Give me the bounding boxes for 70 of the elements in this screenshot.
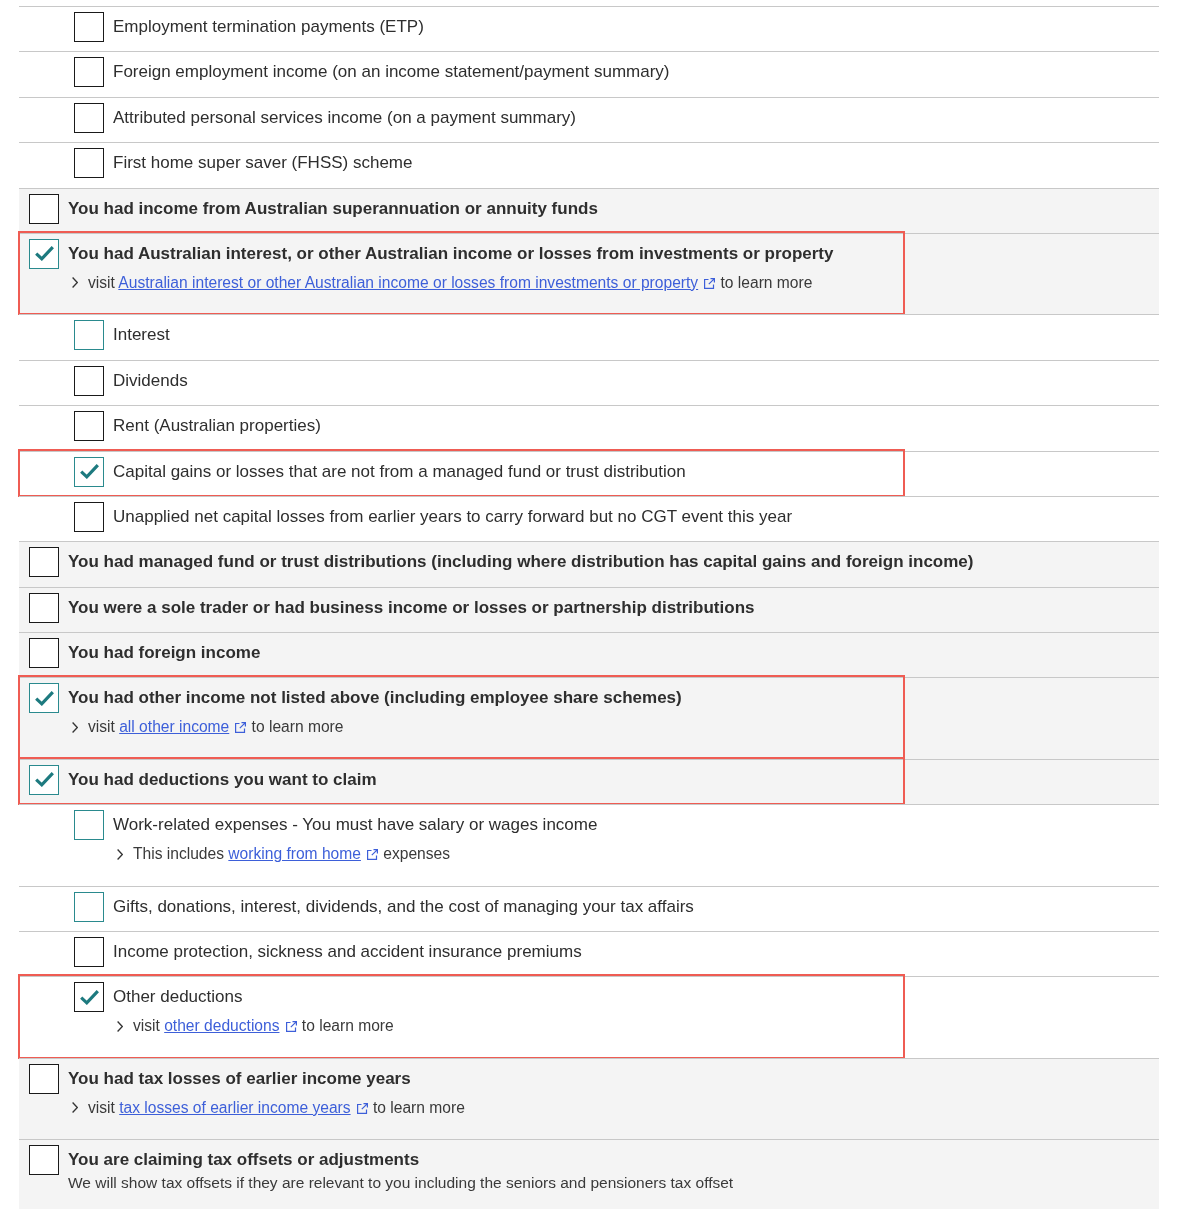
- checkbox[interactable]: [29, 764, 59, 795]
- checkbox-label: Other deductions: [113, 986, 244, 1009]
- checkbox-label: Attributed personal services income (on a payment summary): [113, 106, 576, 129]
- checkbox-label: First home super saver (FHSS) scheme: [113, 152, 413, 175]
- checkbox[interactable]: [29, 638, 59, 669]
- checkbox[interactable]: [29, 193, 59, 224]
- checkbox-label: You had managed fund or trust distributions (including where distribution has capital gains and foreign income): [68, 551, 974, 574]
- learn-more-text: visit other deductions to learn more: [133, 1016, 394, 1037]
- checkmark-icon: [79, 989, 99, 1005]
- checkbox-label: You had tax losses of earlier income years: [68, 1067, 412, 1090]
- link[interactable]: tax losses of earlier income years: [119, 1098, 351, 1116]
- checkmark-icon: [34, 690, 54, 706]
- checkbox[interactable]: [74, 501, 104, 532]
- checkbox-label: You had foreign income: [68, 642, 261, 665]
- checkbox-label: Employment termination payments (ETP): [113, 16, 424, 38]
- checkbox[interactable]: [74, 12, 104, 42]
- chevron-icon: [117, 848, 123, 860]
- external-link-icon: [285, 1021, 297, 1033]
- chevron-icon: [72, 277, 78, 289]
- checkbox[interactable]: [74, 810, 104, 841]
- checkbox-label: Capital gains or losses that are not from a managed fund or trust distribution: [113, 460, 686, 483]
- checkbox[interactable]: [74, 891, 104, 922]
- learn-more-text: visit all other income to learn more: [88, 717, 344, 738]
- learn-more-text: visit tax losses of earlier income years to learn more: [88, 1097, 465, 1118]
- checkbox-label: You had deductions you want to claim: [68, 768, 377, 791]
- external-link-icon: [235, 722, 247, 734]
- checkbox-label: Dividends: [113, 369, 188, 392]
- checkmark-icon: [79, 464, 99, 479]
- checkbox[interactable]: [74, 57, 104, 88]
- checkbox[interactable]: [29, 1063, 59, 1094]
- checkbox-label: Unapplied net capital losses from earlier years to carry forward but no CGT event this year: [113, 505, 793, 528]
- checkbox[interactable]: [29, 1145, 59, 1176]
- checkbox[interactable]: [74, 411, 104, 442]
- checkbox[interactable]: [74, 937, 104, 968]
- external-link-icon: [704, 277, 716, 289]
- external-link-icon: [356, 1102, 368, 1114]
- checkbox[interactable]: [29, 238, 59, 269]
- link[interactable]: Australian interest or other Australian income or losses from investments or property: [118, 273, 699, 291]
- link[interactable]: other deductions: [164, 1017, 280, 1035]
- checkbox[interactable]: [74, 102, 104, 133]
- checkbox-label: You had income from Australian superannuation or annuity funds: [68, 197, 598, 220]
- checkbox[interactable]: [74, 365, 104, 396]
- learn-more-text: visit Australian interest or other Australian income or losses from investments or property to learn more: [88, 272, 813, 293]
- link[interactable]: working from home: [228, 845, 361, 863]
- checkmark-icon: [34, 246, 54, 262]
- checkbox[interactable]: [74, 456, 104, 487]
- checkbox[interactable]: [29, 547, 59, 578]
- checkbox-label: You are claiming tax offsets or adjustments: [68, 1149, 421, 1172]
- checkbox[interactable]: [74, 148, 104, 179]
- checkbox-label: Rent (Australian properties): [113, 415, 321, 438]
- external-link-icon: [366, 849, 378, 861]
- checkbox[interactable]: [74, 982, 104, 1013]
- checkbox-label: You were a sole trader or had business income or losses or partnership distributions: [68, 596, 755, 619]
- checkbox[interactable]: [29, 683, 59, 714]
- hint-text: We will show tax offsets if they are relevant to you including the seniors and pensioners tax offset: [68, 1173, 734, 1194]
- checkbox-label: Foreign employment income (on an income statement/payment summary): [113, 61, 670, 84]
- checkbox-label: You had other income not listed above (including employee share schemes): [68, 687, 682, 710]
- checkbox[interactable]: [29, 592, 59, 623]
- checkbox-label: Interest: [113, 324, 170, 347]
- learn-more-text: This includes working from home expenses: [133, 844, 451, 865]
- checkbox-label: You had Australian interest, or other Australian income or losses from investments or property: [68, 242, 834, 265]
- chevron-icon: [72, 1102, 78, 1114]
- checkmark-icon: [34, 772, 54, 788]
- checkbox[interactable]: [74, 320, 104, 351]
- checkbox-label: Income protection, sickness and accident insurance premiums: [113, 941, 582, 964]
- checkbox-label: Gifts, donations, interest, dividends, and the cost of managing your tax affairs: [113, 895, 694, 918]
- checkbox-label: Work-related expenses - You must have salary or wages income: [113, 814, 598, 837]
- chevron-icon: [117, 1020, 123, 1032]
- chevron-icon: [72, 721, 78, 733]
- link[interactable]: all other income: [119, 718, 230, 736]
